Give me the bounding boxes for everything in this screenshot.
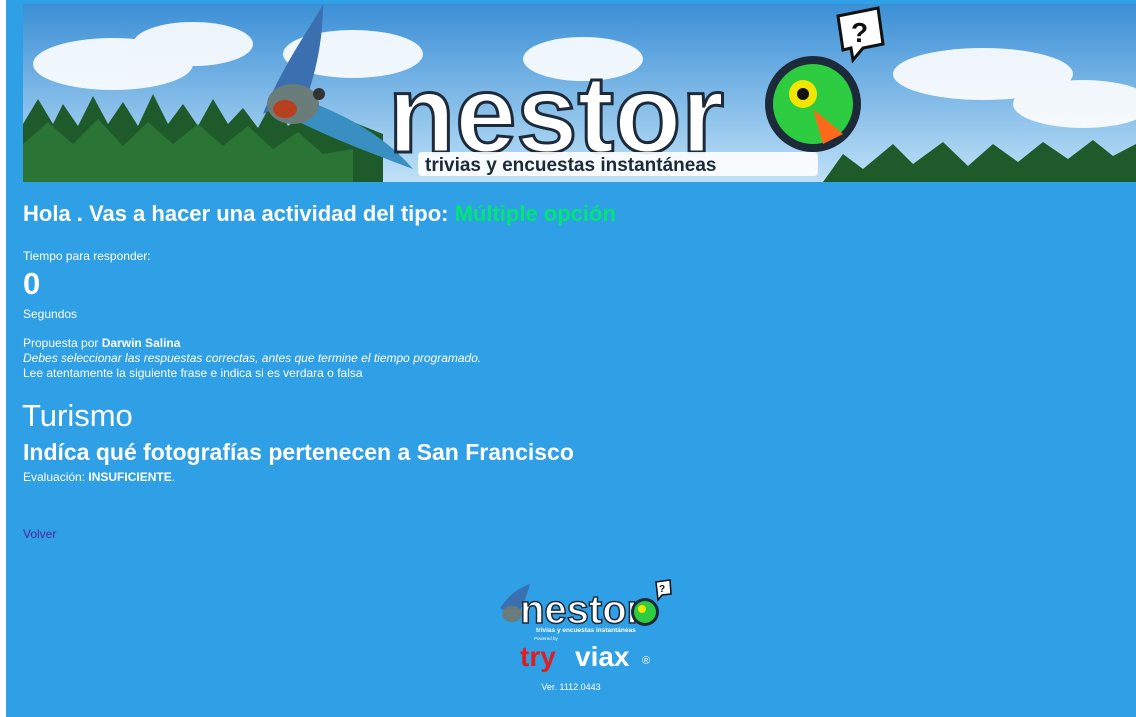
svg-text:trivias y encuestas instantáne: trivias y encuestas instantáneas xyxy=(425,155,716,176)
question-title: Indíca qué fotografías pertenecen a San … xyxy=(23,439,574,465)
category-title: Turismo xyxy=(22,398,133,433)
activity-type-value: Múltiple opción xyxy=(454,201,616,226)
svg-text:trivias y encuestas instantáne: trivias y encuestas instantáneas xyxy=(536,627,636,634)
evaluation-suffix: . xyxy=(171,470,176,484)
time-unit: Segundos xyxy=(23,307,78,321)
version-label: Ver. 1112.0443 xyxy=(541,682,601,692)
back-link[interactable]: Volver xyxy=(23,527,56,541)
author-name: Darwin Salina xyxy=(101,336,181,350)
author-line: Propuesta por Darwin Salina xyxy=(23,336,180,350)
svg-text:®: ® xyxy=(642,655,650,667)
svg-text:nestor: nestor xyxy=(520,588,642,632)
page-background: nestor ? trivias y encuestas instantánea… xyxy=(6,0,1136,717)
svg-text:viax: viax xyxy=(575,641,630,672)
svg-text:?: ? xyxy=(659,584,665,595)
banner-illustration: nestor ? trivias y encuestas instantánea… xyxy=(23,4,1136,182)
svg-text:try: try xyxy=(520,641,556,672)
footer-logo: nestor ? trivias y encuestas instantánea… xyxy=(490,578,690,682)
header-banner: nestor ? trivias y encuestas instantánea… xyxy=(23,4,1136,182)
activity-type-heading: Hola . Vas a hacer una actividad del tip… xyxy=(23,201,616,227)
time-value: 0 xyxy=(23,266,41,301)
evaluation-label: Evaluación: xyxy=(23,470,89,484)
author-prefix: Propuesta por xyxy=(23,336,102,350)
hint-text: Lee atentamente la siguiente frase e ind… xyxy=(23,366,363,380)
evaluation-result: Evaluación: INSUFICIENTE. xyxy=(23,470,175,484)
footer-logo-graphic: nestor ? trivias y encuestas instantánea… xyxy=(500,579,672,672)
evaluation-value: INSUFICIENTE xyxy=(88,470,172,484)
svg-text:?: ? xyxy=(851,17,868,48)
time-label: Tiempo para responder: xyxy=(23,249,151,263)
greeting-text: Hola . Vas a hacer una actividad del tip… xyxy=(23,201,455,226)
instructions-text: Debes seleccionar las respuestas correct… xyxy=(23,351,482,365)
